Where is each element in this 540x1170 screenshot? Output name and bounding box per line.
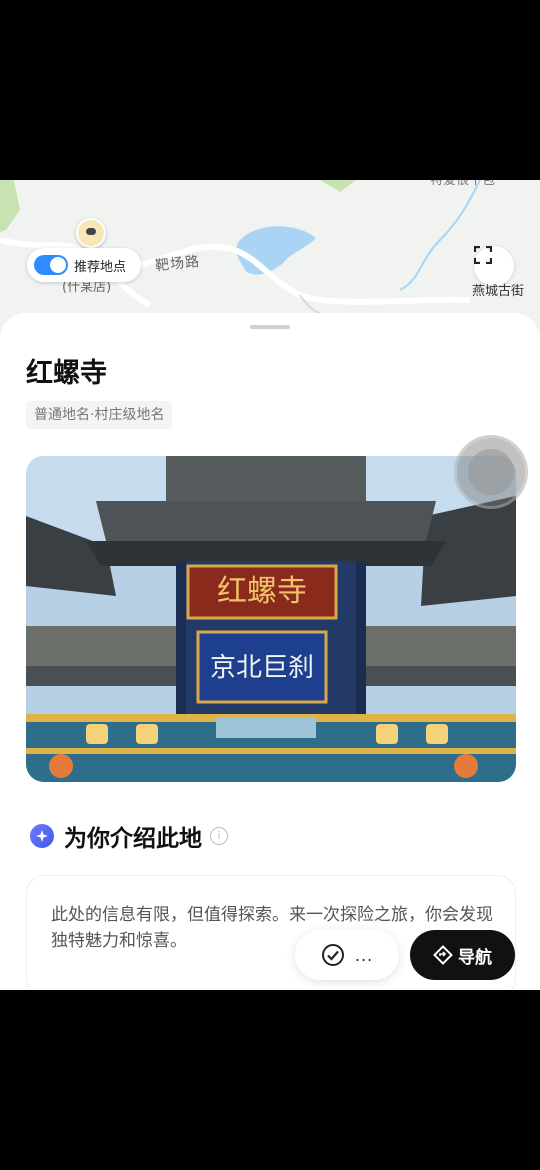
expand-icon (474, 246, 492, 264)
map-poi-label: 燕城古街 (472, 284, 525, 299)
sign-top-text: 红螺寺 (217, 574, 307, 609)
map-poi-marker[interactable] (76, 218, 106, 248)
touch-indicator (454, 435, 528, 509)
temple-gate-image: 红螺寺 京北巨刹 (26, 456, 516, 782)
recommend-places-toggle[interactable]: 推荐地点 (27, 248, 141, 282)
navigate-button[interactable]: 导航 (410, 930, 515, 980)
more-label: ... (354, 945, 374, 965)
checkin-more-button[interactable]: ... (295, 930, 399, 980)
place-photo[interactable]: 红螺寺 京北巨刹 (26, 456, 516, 782)
recommend-toggle-label: 推荐地点 (74, 259, 127, 275)
toggle-switch[interactable] (34, 255, 68, 275)
navigate-label: 导航 (458, 947, 492, 968)
ai-sparkle-icon (30, 824, 54, 848)
toggle-knob (50, 257, 66, 273)
info-icon[interactable]: i (210, 827, 228, 845)
intro-header: 为你介绍此地 i (30, 819, 228, 853)
map-area-label: 特爱很十包 (430, 180, 496, 188)
place-category-tag: 普通地名·村庄级地名 (26, 401, 173, 429)
sheet-drag-handle[interactable] (250, 325, 290, 329)
intro-title: 为你介绍此地 (64, 826, 202, 852)
navigation-icon (433, 945, 453, 965)
app-screen: 特爱很十包 靶场路 (什某店) 推荐地点 燕城古街 红螺寺 普通地名·村庄级地名 (0, 180, 540, 990)
poi-marker-icon (86, 228, 96, 235)
check-circle-icon (321, 944, 344, 966)
place-title: 红螺寺 (26, 358, 107, 389)
sign-bottom-text: 京北巨刹 (210, 653, 314, 683)
place-detail-sheet: 红螺寺 普通地名·村庄级地名 红螺寺 京北巨刹 为你介绍此地 i 此处的信息有限… (0, 313, 540, 990)
